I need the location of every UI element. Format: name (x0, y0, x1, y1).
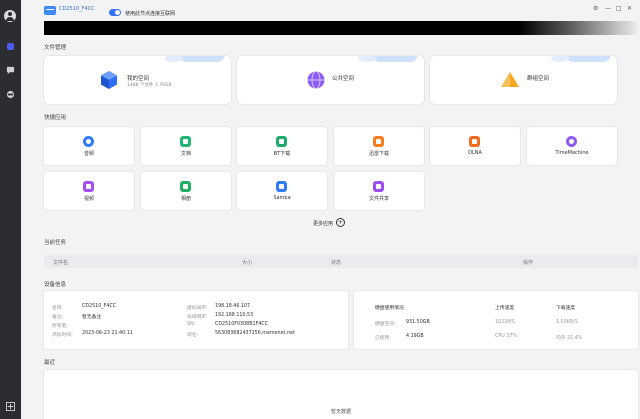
usage-header: 下载速度 (556, 306, 576, 311)
app-thunder-download[interactable]: 迅雷下载 (334, 127, 424, 165)
space-title: 公共空间 (332, 76, 355, 82)
app-label: 文件共享 (368, 196, 389, 202)
usage-value: 1.03KB/S (556, 320, 578, 325)
info-key: 备注: (52, 315, 64, 320)
app-label: 迅雷下载 (368, 151, 389, 157)
info-key: 名称: (52, 306, 64, 311)
info-value: 563083682437256.memenet.net (215, 331, 295, 336)
main-area: CD2510_F4CC 使用此节点连接互联网 ⚙ — □ ✕ 文件管理 我的空间… (21, 0, 640, 419)
empty-state: 暂无数据 (330, 409, 351, 415)
document-icon (180, 136, 191, 147)
info-key: 所有者: (52, 324, 69, 329)
info-key: 虚拟局IP: (187, 306, 208, 311)
sidebar-network-icon[interactable] (5, 89, 16, 100)
info-key: 局域网IP: (187, 315, 208, 320)
device-name[interactable]: CD2510_F4CC (59, 6, 95, 12)
usage-value: 10238/S (495, 320, 515, 325)
app-file-share[interactable]: 文件共享 (334, 172, 424, 210)
settings-icon[interactable]: ⚙ (593, 5, 598, 12)
info-value: 2023-06-23 21:40:11 (82, 331, 133, 336)
info-key: 域名: (187, 333, 199, 338)
user-avatar-icon[interactable] (4, 10, 16, 22)
col-size: 大小 (242, 260, 253, 266)
dlna-icon (469, 136, 480, 147)
samba-icon (276, 181, 287, 192)
device-info-panel: 名称: CD2510_F4CC 备注: 暂无备注 所有者: 添加时间: 2023… (44, 291, 348, 349)
app-label: 视频 (83, 196, 94, 202)
usage-value: 内存 21.4% (556, 336, 583, 341)
app-documents[interactable]: 文档 (141, 127, 231, 165)
app-label: DLNA (468, 150, 482, 156)
recent-panel: 暂无数据 (44, 370, 638, 419)
space-card-group[interactable]: 群组空间 (430, 56, 617, 104)
app-label: TimeMachine (555, 150, 589, 156)
info-key: 添加时间: (52, 333, 73, 338)
usage-value: 931.50GB (406, 320, 430, 325)
space-title: 群组空间 (527, 76, 550, 82)
app-dlna[interactable]: DLNA (430, 127, 520, 165)
info-value: 暂无备注 (82, 315, 102, 320)
app-photo-album[interactable]: 相册 (141, 172, 231, 210)
plus-circle-icon[interactable]: + (336, 218, 345, 227)
internet-toggle[interactable] (109, 9, 121, 16)
photo-album-icon (180, 181, 191, 192)
app-label: 相册 (180, 196, 191, 202)
public-space-globe-icon (306, 70, 326, 90)
task-table-header: 文件名 大小 状态 操作 (44, 255, 638, 268)
sidebar (0, 0, 21, 419)
minimize-icon[interactable]: — (605, 5, 611, 12)
app-label: 文档 (180, 151, 191, 157)
info-key: SN: (187, 322, 196, 327)
app-time-machine[interactable]: TimeMachine (527, 127, 617, 165)
sidebar-chat-icon[interactable] (5, 65, 16, 76)
app-label: Samba (273, 195, 291, 201)
section-device-info: 设备信息 (44, 282, 67, 288)
app-label: BT下载 (273, 151, 291, 157)
usage-key: 已使用: (375, 336, 392, 341)
music-icon (83, 136, 94, 147)
group-space-pyramid-icon (500, 70, 520, 90)
section-quick-apps: 快捷应用 (44, 115, 67, 121)
sidebar-device-icon[interactable] (5, 41, 16, 52)
space-card-public[interactable]: 公共空间 (237, 56, 424, 104)
usage-key: 硬盘空间: (375, 322, 396, 327)
usage-header: 上传速度 (495, 306, 515, 311)
col-actions: 操作 (523, 260, 534, 266)
col-filename: 文件名 (53, 260, 69, 266)
video-icon (83, 181, 94, 192)
usage-panel: 硬盘使用情况 上传速度 下载速度 硬盘空间: 931.50GB 10238/S … (354, 291, 638, 349)
app-video[interactable]: 视频 (44, 172, 134, 210)
info-value: CD2510_F4CC (82, 304, 117, 309)
more-apps-link[interactable]: 更多应用 (313, 220, 333, 227)
app-music[interactable]: 音频 (44, 127, 134, 165)
usage-value: CPU 37% (495, 334, 517, 339)
maximize-icon[interactable]: □ (616, 5, 622, 12)
app-samba[interactable]: Samba (237, 172, 327, 210)
space-card-my[interactable]: 我的空间 1486 个文件 3.76GB (44, 56, 231, 104)
section-file-mgmt: 文件管理 (44, 45, 67, 51)
app-bt-download[interactable]: BT下载 (237, 127, 327, 165)
topbar: CD2510_F4CC 使用此节点连接互联网 ⚙ — □ ✕ (21, 0, 640, 20)
col-status: 状态 (331, 260, 342, 266)
usage-value: 4.19GB (406, 334, 424, 339)
space-title: 我的空间 (127, 76, 150, 82)
info-value: 198.18.46.107 (215, 304, 251, 309)
section-current-tasks: 当前任务 (44, 240, 67, 246)
section-recent: 最近 (44, 360, 56, 366)
sidebar-add-icon[interactable] (5, 401, 16, 412)
toggle-label: 使用此节点连接互联网 (125, 11, 176, 17)
bt-download-icon (276, 136, 287, 147)
time-machine-icon (566, 136, 577, 147)
thunder-download-icon (373, 136, 384, 147)
file-share-icon (373, 181, 384, 192)
info-value: 192.168.110.53 (215, 313, 254, 318)
app-label: 音频 (83, 151, 94, 157)
usage-header: 硬盘使用情况 (375, 306, 404, 311)
space-subtitle: 1486 个文件 3.76GB (127, 83, 172, 88)
info-value: CD2510F0308B1F4CC (215, 322, 269, 327)
device-icon (44, 6, 56, 15)
my-space-cube-icon (99, 70, 119, 90)
close-icon[interactable]: ✕ (627, 5, 632, 12)
banner (44, 21, 638, 35)
